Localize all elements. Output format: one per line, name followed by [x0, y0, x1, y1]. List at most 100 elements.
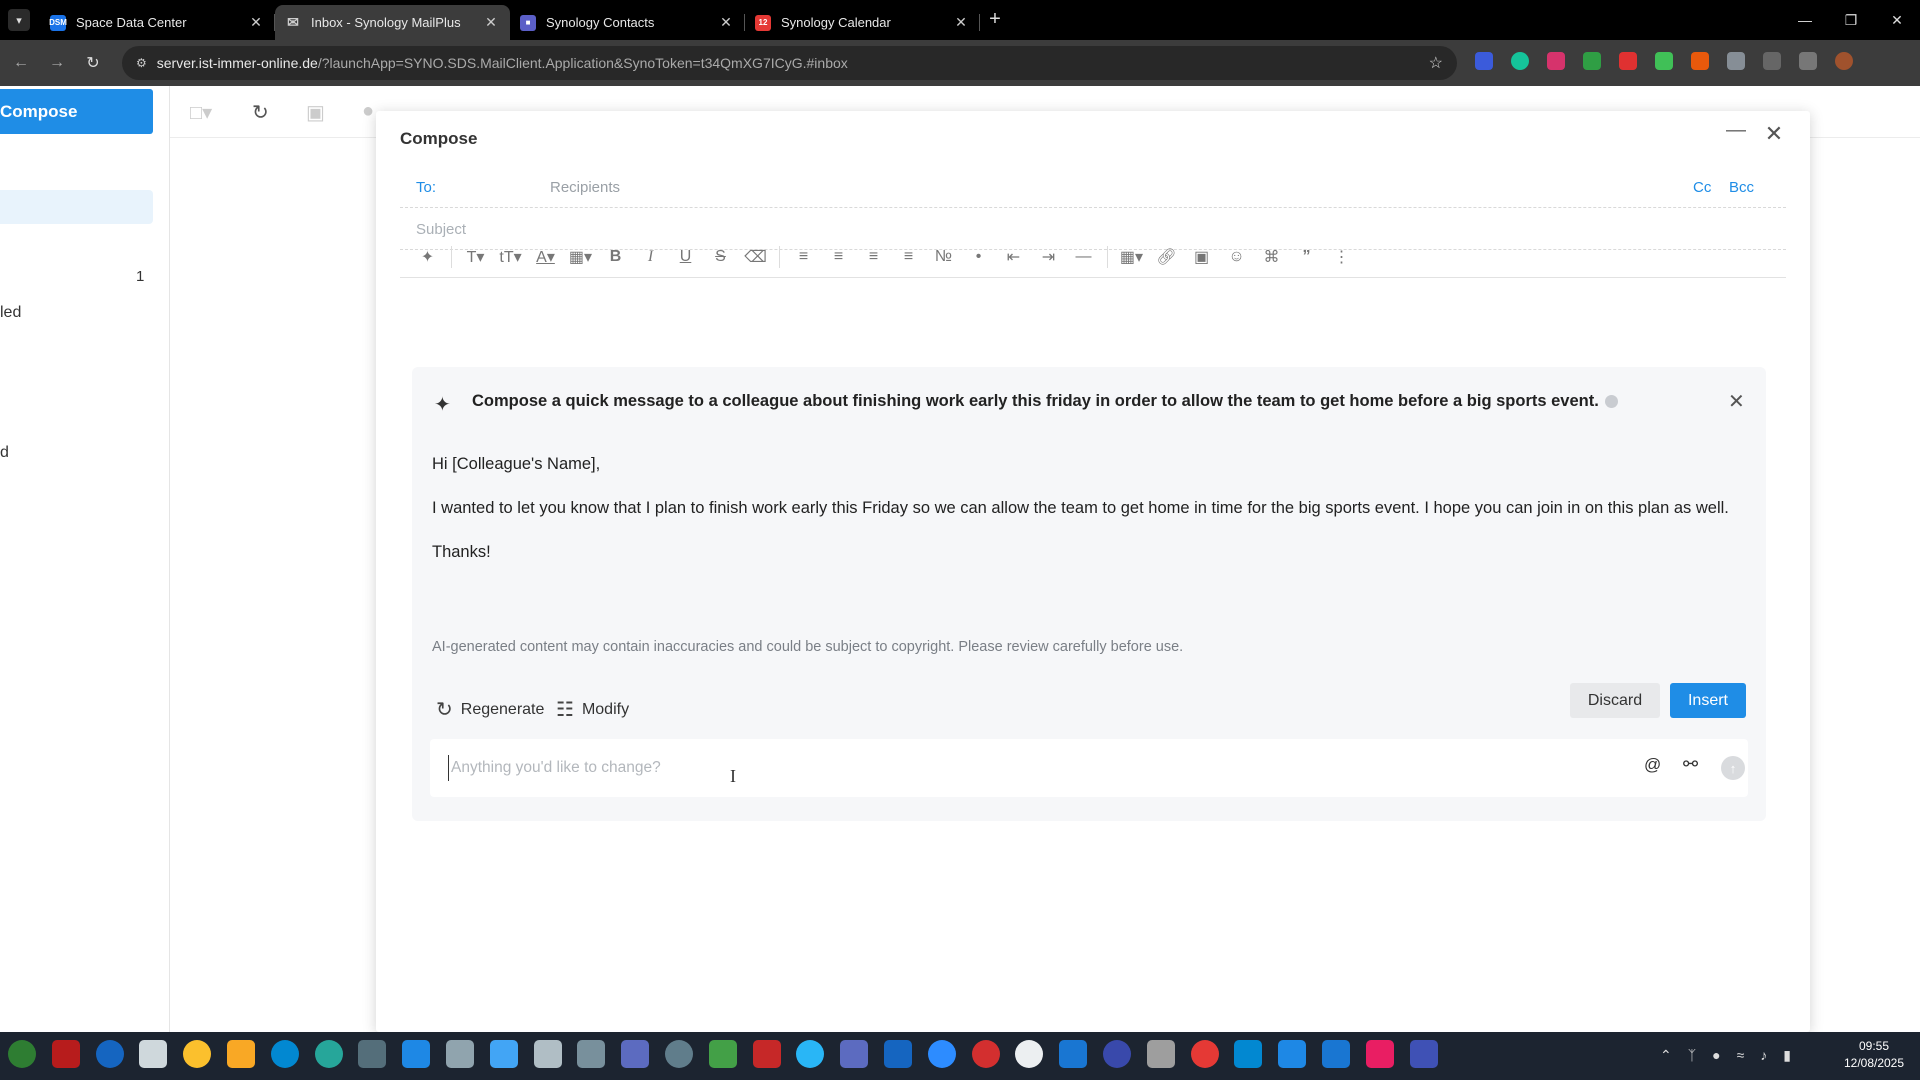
justify-icon[interactable]: ≡	[891, 248, 926, 266]
close-window-icon[interactable]: ✕	[1874, 0, 1920, 40]
app-icon[interactable]	[402, 1040, 431, 1068]
extension-icon[interactable]	[1691, 52, 1709, 70]
more-options-icon[interactable]: ⋮	[1324, 247, 1359, 267]
adblock-icon[interactable]	[1547, 52, 1565, 70]
underline-icon[interactable]: U	[668, 248, 703, 266]
regenerate-button[interactable]: ↻ Regenerate	[436, 697, 544, 722]
app-icon[interactable]	[95, 1040, 124, 1068]
minimize-window-icon[interactable]: —	[1782, 0, 1828, 40]
ai-refine-input[interactable]	[448, 755, 1548, 781]
close-icon[interactable]: ✕	[1762, 121, 1786, 147]
extension-icon[interactable]	[1727, 52, 1745, 70]
app-icon[interactable]	[270, 1040, 299, 1068]
extension-icon[interactable]	[1655, 52, 1673, 70]
app-icon[interactable]	[358, 1040, 387, 1068]
sidebar-item-selected[interactable]	[0, 190, 153, 224]
forward-icon[interactable]: →	[42, 54, 72, 72]
outdent-icon[interactable]: ⇤	[996, 247, 1031, 267]
horizontal-rule-icon[interactable]: —	[1066, 248, 1101, 266]
url-text[interactable]: server.ist-immer-online.de/?launchApp=SY…	[157, 55, 1429, 71]
battery-icon[interactable]: ▮	[1783, 1047, 1791, 1064]
reply-icon[interactable]: ●	[362, 100, 374, 123]
bold-icon[interactable]: B	[598, 248, 633, 266]
quote-icon[interactable]: ”	[1289, 248, 1324, 266]
zoom-icon[interactable]	[927, 1040, 956, 1068]
app-icon[interactable]	[51, 1040, 80, 1068]
align-right-icon[interactable]: ≡	[856, 248, 891, 266]
discard-button[interactable]: Discard	[1570, 683, 1660, 718]
url-omnibox[interactable]: ⚙ server.ist-immer-online.de/?launchApp=…	[122, 46, 1457, 80]
back-icon[interactable]: ←	[6, 54, 36, 72]
app-icon[interactable]	[1365, 1040, 1394, 1068]
restore-window-icon[interactable]: ❐	[1828, 0, 1874, 40]
extension-icon[interactable]	[1583, 52, 1601, 70]
reload-icon[interactable]: ↻	[78, 53, 108, 73]
numbered-list-icon[interactable]: №	[926, 248, 961, 266]
to-label[interactable]: To:	[416, 179, 436, 196]
compose-button[interactable]: Compose	[0, 89, 153, 134]
bookmark-star-icon[interactable]: ☆	[1429, 53, 1443, 73]
font-family-icon[interactable]: T▾	[458, 247, 493, 267]
cc-link[interactable]: Cc	[1693, 179, 1711, 196]
close-icon[interactable]: ✕	[952, 14, 970, 31]
image-icon[interactable]: ▣	[1184, 247, 1219, 267]
attachment-icon[interactable]: ⌘	[1254, 247, 1289, 267]
close-icon[interactable]: ✕	[482, 14, 500, 31]
font-size-icon[interactable]: tT▾	[493, 247, 528, 267]
app-icon[interactable]	[1059, 1040, 1088, 1068]
app-icon[interactable]	[1321, 1040, 1350, 1068]
puzzle-icon[interactable]	[1763, 52, 1781, 70]
recipients-input[interactable]	[550, 174, 1550, 200]
opera-icon[interactable]	[1190, 1040, 1219, 1068]
app-icon[interactable]	[621, 1040, 650, 1068]
app-icon[interactable]	[1146, 1040, 1175, 1068]
globe-icon[interactable]: ⚯	[1683, 754, 1698, 775]
app-icon[interactable]	[1409, 1040, 1438, 1068]
indent-icon[interactable]: ⇥	[1031, 247, 1066, 267]
microphone-icon[interactable]: ●	[1712, 1047, 1720, 1064]
ai-wand-icon[interactable]: ✦	[410, 247, 445, 267]
chevron-up-icon[interactable]: ⌃	[1660, 1047, 1672, 1064]
grammarly-extension-icon[interactable]	[1511, 52, 1529, 70]
app-icon[interactable]	[139, 1040, 168, 1068]
bullet-list-icon[interactable]: •	[961, 248, 996, 266]
align-center-icon[interactable]: ≡	[821, 248, 856, 266]
send-arrow-icon[interactable]: ↑	[1721, 756, 1745, 780]
align-left-icon[interactable]: ≡	[786, 248, 821, 266]
link-icon[interactable]: 🔗︎	[1149, 247, 1184, 267]
close-icon[interactable]: ✕	[247, 14, 265, 31]
bluetooth-icon[interactable]: ᛉ	[1688, 1047, 1696, 1064]
calculator-icon[interactable]	[1278, 1040, 1307, 1068]
close-icon[interactable]: ✕	[1728, 389, 1745, 414]
start-icon[interactable]	[8, 1040, 36, 1068]
folder-icon[interactable]	[226, 1040, 255, 1068]
highlight-color-icon[interactable]: ▦▾	[563, 247, 598, 267]
table-icon[interactable]: ▦▾	[1114, 247, 1149, 267]
app-icon[interactable]	[752, 1040, 781, 1068]
download-icon[interactable]	[1799, 52, 1817, 70]
site-info-icon[interactable]: ⚙	[136, 56, 147, 70]
app-icon[interactable]	[708, 1040, 737, 1068]
sidebar-item-label[interactable]: led	[0, 304, 21, 322]
app-icon[interactable]	[577, 1040, 606, 1068]
app-icon[interactable]	[971, 1040, 1000, 1068]
app-icon[interactable]	[664, 1040, 693, 1068]
modify-button[interactable]: ☷ Modify	[556, 697, 629, 722]
app-icon[interactable]	[1102, 1040, 1131, 1068]
select-checkbox-icon[interactable]: □▾	[190, 100, 212, 125]
tab-space-data-center[interactable]: DSM Space Data Center ✕	[40, 5, 275, 40]
extension-icon[interactable]	[1475, 52, 1493, 70]
bcc-link[interactable]: Bcc	[1729, 179, 1754, 196]
strikethrough-icon[interactable]: S	[703, 248, 738, 266]
app-icon[interactable]	[1015, 1040, 1044, 1068]
app-icon[interactable]	[1234, 1040, 1263, 1068]
close-icon[interactable]: ✕	[717, 14, 735, 31]
eraser-icon[interactable]: ⌫	[738, 247, 773, 267]
refresh-icon[interactable]: ↻	[252, 100, 269, 125]
wifi-icon[interactable]: ≈	[1737, 1047, 1745, 1064]
tab-synology-calendar[interactable]: 12 Synology Calendar ✕	[745, 5, 980, 40]
chrome-icon[interactable]	[183, 1040, 212, 1068]
tab-synology-contacts[interactable]: ■ Synology Contacts ✕	[510, 5, 745, 40]
sidebar-item-label[interactable]: d	[0, 444, 9, 462]
archive-icon[interactable]: ▣	[306, 100, 325, 125]
